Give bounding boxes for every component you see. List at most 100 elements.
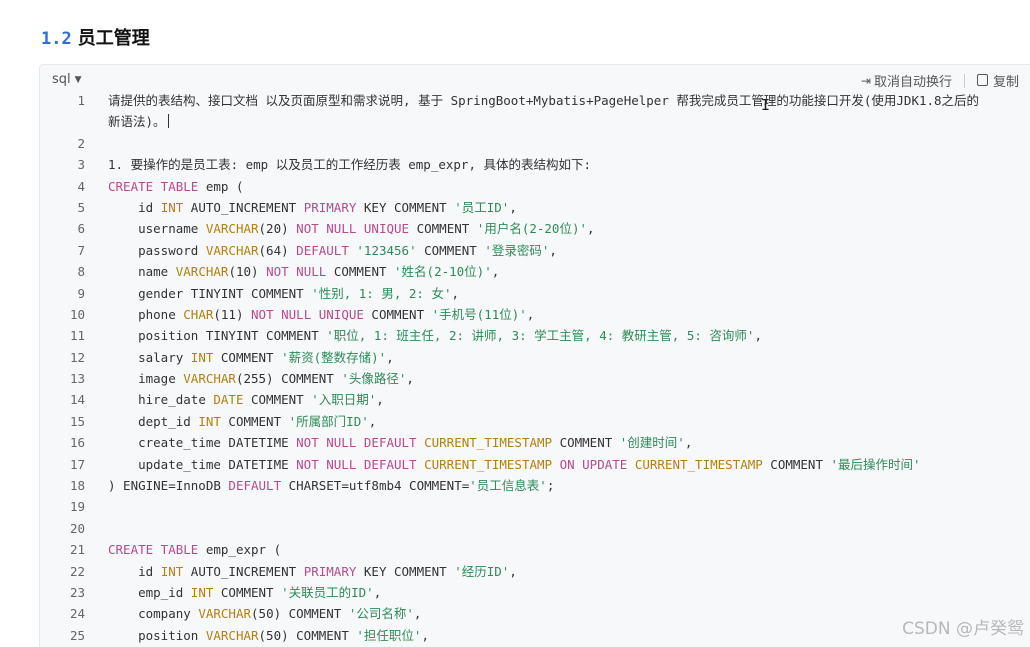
code-token: , [386,349,394,365]
code-line: 16 create_time DATETIME NOT NULL DEFAULT… [40,432,1030,453]
code-token: , [373,585,382,600]
code-token: emp_expr ( [198,542,282,558]
code-text: position VARCHAR(50) COMMENT '担任职位', [108,625,991,646]
code-token: position [108,627,206,643]
code-token: INT [198,413,221,429]
code-line: 23 emp_id INT COMMENT '关联员工的ID', [40,582,1030,603]
code-token: PRIMARY [303,199,357,215]
toolbar-divider [963,73,965,88]
code-token: gender TINYINT COMMENT [108,285,312,301]
code-token: INT [190,349,214,365]
code-token: COMMENT [220,413,289,429]
code-token: , [509,563,517,579]
code-text: name VARCHAR(10) NOT NULL COMMENT '姓名(2-… [108,261,991,282]
code-text: emp_id INT COMMENT '关联员工的ID', [108,582,991,603]
code-line: 14 hire_date DATE COMMENT '入职日期', [40,389,1030,410]
code-token: COMMENT [213,585,282,600]
code-token: '员工ID' [454,199,510,215]
code-token: KEY COMMENT [356,199,455,215]
code-token: emp_id [108,585,191,600]
language-selector[interactable]: sql ▼ [52,72,82,87]
line-number: 7 [77,242,85,258]
code-token: COMMENT [409,221,477,237]
code-token: '关联员工的ID' [281,585,374,600]
code-token: ; [546,478,555,494]
code-token: password [108,242,206,258]
code-token: '薪资(整数存储)' [281,349,387,365]
code-token: CURRENT_TIMESTAMP [634,456,763,472]
line-number: 6 [77,221,85,237]
toggle-wrap-button[interactable]: ⇥ 取消自动换行 [860,71,952,91]
code-token: update_time DATETIME [108,456,297,472]
code-text: CREATE TABLE emp_expr ( [108,539,991,560]
code-line: 4 CREATE TABLE emp ( [40,176,1030,197]
code-token: , [549,242,557,258]
code-lines[interactable]: 1 请提供的表结构、接口文档 以及页面原型和需求说明, 基于 SpringBoot… [40,90,1030,646]
code-line: 10 phone CHAR(11) NOT NULL UNIQUE COMMEN… [40,304,1030,325]
section-heading: 1.2 员工管理 [41,24,150,50]
code-token: , [406,371,414,387]
code-token: AUTO_INCREMENT [183,563,304,579]
code-token: INT [160,199,184,215]
copy-button[interactable]: 复制 [976,71,1019,90]
code-token: ) ENGINE=InnoDB [108,478,229,494]
line-number: 2 [77,135,85,151]
code-token: (10) [228,264,267,280]
code-token: AUTO_INCREMENT [183,199,304,215]
code-token: (64) [258,242,297,258]
code-token: id [108,199,161,215]
code-text: company VARCHAR(50) COMMENT '公司名称', [108,603,991,624]
code-token: salary [108,349,191,365]
code-token: ON UPDATE [559,456,628,472]
code-token: username [108,221,206,237]
line-number: 23 [69,585,85,600]
code-text: 请提供的表结构、接口文档 以及页面原型和需求说明, 基于 SpringBoot+… [108,90,991,133]
code-token: , [413,606,422,622]
line-number: 19 [69,499,85,515]
code-line: 8 name VARCHAR(10) NOT NULL COMMENT '姓名(… [40,261,1030,282]
code-line: 3 1. 要操作的是员工表: emp 以及员工的工作经历表 emp_expr, 具… [40,154,1030,175]
section-number: 1.2 [41,29,72,49]
code-token: PRIMARY [303,563,357,579]
code-line: 21 CREATE TABLE emp_expr ( [40,539,1030,560]
code-token: NOT NULL [266,264,327,280]
code-token: NOT NULL DEFAULT [296,435,417,451]
code-token: VARCHAR [205,627,259,643]
line-number: 1 [77,93,85,108]
code-line: 19 [40,496,1030,517]
line-number: 15 [69,413,85,429]
code-token: , [684,435,693,451]
code-token: '123456' [356,242,417,258]
code-token: COMMENT [326,264,395,280]
line-number: 17 [69,456,85,472]
code-text: create_time DATETIME NOT NULL DEFAULT CU… [108,432,991,453]
wrap-toggle-icon: ⇥ [860,73,871,88]
code-token: '所属部门ID' [288,413,369,429]
code-line: 25 position VARCHAR(50) COMMENT '担任职位', [40,625,1030,646]
line-number: 24 [69,606,85,622]
code-token: COMMENT [416,242,485,258]
code-line: 2 [40,133,1030,154]
line-number: 13 [69,371,85,387]
code-line: 9 gender TINYINT COMMENT '性别, 1: 男, 2: 女… [40,283,1030,304]
code-token: (255) COMMENT [235,371,342,387]
page: 1.2 员工管理 sql ▼ ⇥ 取消自动换行 复制 1 请提供的表结构、接口文档 以… [0,0,1030,647]
code-text: username VARCHAR(20) NOT NULL UNIQUE COM… [108,218,991,239]
line-number: 14 [69,392,85,408]
code-line: 1 请提供的表结构、接口文档 以及页面原型和需求说明, 基于 SpringBoot… [40,90,1030,133]
code-token: COMMENT [762,456,831,472]
code-token: id [108,563,161,579]
code-token: , [451,285,460,301]
line-number: 11 [69,328,85,344]
code-token: '经历ID' [454,563,510,579]
code-line: 15 dept_id INT COMMENT '所属部门ID', [40,411,1030,432]
text-cursor-icon: I [761,96,771,114]
code-token: (50) COMMENT [258,627,357,643]
line-number: 22 [69,563,85,579]
code-text: ) ENGINE=InnoDB DEFAULT CHARSET=utf8mb4 … [108,475,991,496]
code-token: KEY COMMENT [356,563,455,579]
code-token: , [509,199,517,215]
